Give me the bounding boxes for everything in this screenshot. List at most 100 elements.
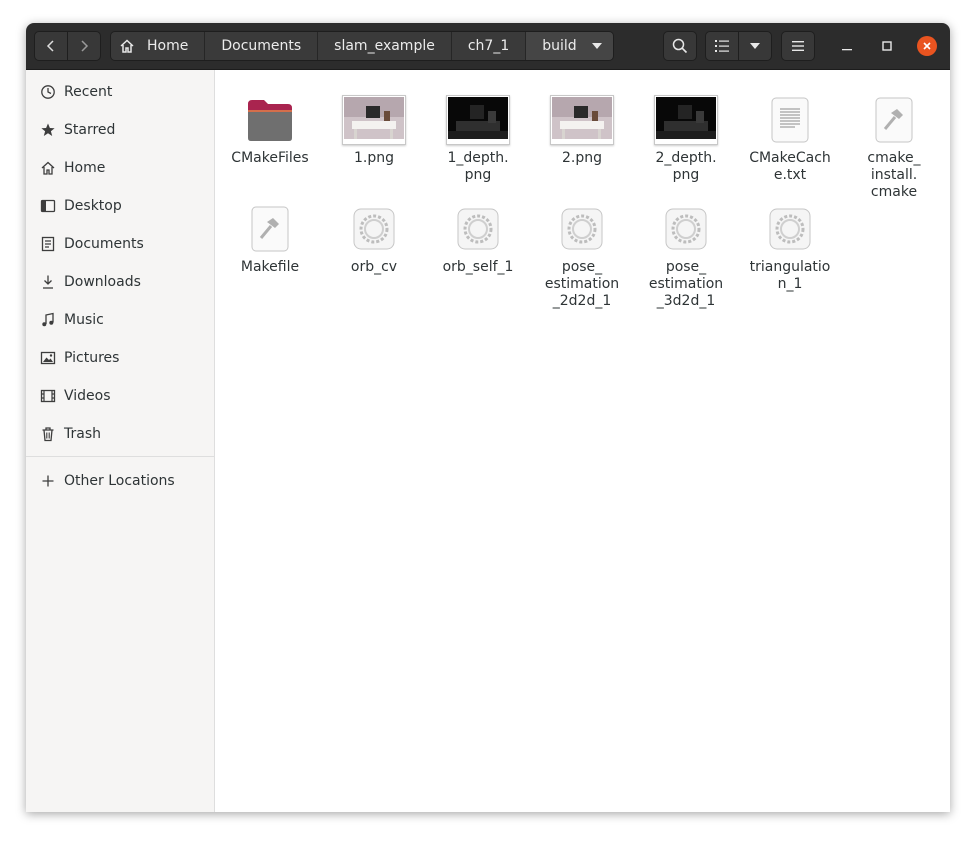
videos-icon bbox=[40, 388, 56, 404]
sidebar-item-label: Downloads bbox=[64, 274, 141, 290]
maximize-icon bbox=[882, 41, 892, 51]
file-label: 2_depth. png bbox=[655, 150, 717, 183]
sidebar-item-label: Documents bbox=[64, 236, 144, 252]
sidebar-item-downloads[interactable]: Downloads bbox=[26, 264, 214, 300]
file-item[interactable]: Makefile bbox=[220, 203, 320, 276]
text-file-icon bbox=[740, 94, 840, 146]
sidebar-item-other-locations[interactable]: Other Locations bbox=[26, 463, 214, 499]
breadcrumb-label: build bbox=[542, 38, 577, 54]
hammer-script-icon bbox=[220, 203, 320, 255]
breadcrumb-slam-example[interactable]: slam_example bbox=[318, 32, 452, 60]
file-item[interactable]: pose_ estimation _2d2d_1 bbox=[532, 203, 632, 310]
music-icon bbox=[40, 312, 56, 328]
file-item[interactable]: 2.png bbox=[532, 94, 632, 167]
home-icon bbox=[119, 38, 135, 54]
file-item[interactable]: triangulatio n_1 bbox=[740, 203, 840, 293]
sidebar-item-pictures[interactable]: Pictures bbox=[26, 340, 214, 376]
menu-button[interactable] bbox=[781, 31, 815, 61]
folder-icon bbox=[220, 94, 320, 146]
file-view: CMakeFiles 1.png 1_depth. png 2.png 2_dep… bbox=[215, 70, 950, 812]
home-icon bbox=[40, 160, 56, 176]
sidebar-item-label: Home bbox=[64, 160, 106, 176]
executable-gear-icon bbox=[428, 203, 528, 255]
trash-icon bbox=[40, 426, 56, 442]
documents-icon bbox=[40, 236, 56, 252]
view-options-button[interactable] bbox=[738, 31, 772, 61]
sidebar-item-recent[interactable]: Recent bbox=[26, 74, 214, 110]
file-label: triangulatio n_1 bbox=[749, 259, 831, 292]
sidebar-item-home[interactable]: Home bbox=[26, 150, 214, 186]
file-label: orb_self_1 bbox=[442, 259, 514, 275]
file-item[interactable]: orb_cv bbox=[324, 203, 424, 276]
breadcrumb-label: slam_example bbox=[334, 38, 435, 54]
search-button[interactable] bbox=[663, 31, 697, 61]
file-label: Makefile bbox=[240, 259, 300, 275]
breadcrumb: Home Documents slam_example ch7_1 build bbox=[110, 31, 614, 61]
search-icon bbox=[672, 38, 688, 54]
breadcrumb-ch7-1[interactable]: ch7_1 bbox=[451, 32, 527, 60]
desktop-icon bbox=[40, 198, 56, 214]
file-item[interactable]: pose_ estimation _3d2d_1 bbox=[636, 203, 736, 310]
file-manager-window: Home Documents slam_example ch7_1 build bbox=[26, 23, 950, 812]
sidebar-item-music[interactable]: Music bbox=[26, 302, 214, 338]
executable-gear-icon bbox=[324, 203, 424, 255]
hammer-script-icon bbox=[844, 94, 944, 146]
sidebar-item-label: Other Locations bbox=[64, 473, 175, 489]
sidebar-separator bbox=[26, 456, 214, 457]
sidebar-item-starred[interactable]: Starred bbox=[26, 112, 214, 148]
file-item[interactable]: CMakeCach e.txt bbox=[740, 94, 840, 184]
breadcrumb-label: Documents bbox=[221, 38, 302, 54]
breadcrumb-home[interactable]: Home bbox=[111, 32, 206, 60]
sidebar-item-label: Starred bbox=[64, 122, 116, 138]
pictures-icon bbox=[40, 350, 56, 366]
sidebar-item-videos[interactable]: Videos bbox=[26, 378, 214, 414]
maximize-button[interactable] bbox=[877, 36, 897, 56]
executable-gear-icon bbox=[532, 203, 632, 255]
clock-icon bbox=[40, 84, 56, 100]
sidebar-item-label: Trash bbox=[64, 426, 101, 442]
file-item[interactable]: CMakeFiles bbox=[220, 94, 320, 167]
back-button[interactable] bbox=[34, 31, 68, 61]
sidebar-item-label: Music bbox=[64, 312, 104, 328]
sidebar-item-label: Recent bbox=[64, 84, 113, 100]
minimize-button[interactable] bbox=[837, 36, 857, 56]
depth-image-thumbnail-icon bbox=[428, 94, 528, 146]
forward-button[interactable] bbox=[67, 31, 101, 61]
breadcrumb-label: Home bbox=[147, 38, 189, 54]
file-label: 1.png bbox=[353, 150, 394, 166]
sidebar-item-desktop[interactable]: Desktop bbox=[26, 188, 214, 224]
file-label: orb_cv bbox=[350, 259, 398, 275]
chevron-down-icon bbox=[750, 43, 760, 49]
header-bar: Home Documents slam_example ch7_1 build bbox=[26, 23, 950, 70]
file-item[interactable]: cmake_ install. cmake bbox=[844, 94, 944, 201]
view-list-button[interactable] bbox=[705, 31, 739, 61]
close-button[interactable] bbox=[917, 36, 937, 56]
image-thumbnail-icon bbox=[324, 94, 424, 146]
list-view-icon bbox=[715, 40, 729, 52]
file-item[interactable]: 1_depth. png bbox=[428, 94, 528, 184]
file-label: pose_ estimation _2d2d_1 bbox=[544, 259, 620, 309]
breadcrumb-documents[interactable]: Documents bbox=[205, 32, 319, 60]
sidebar-item-documents[interactable]: Documents bbox=[26, 226, 214, 262]
chevron-left-icon bbox=[46, 40, 54, 52]
file-item[interactable]: orb_self_1 bbox=[428, 203, 528, 276]
image-thumbnail-icon bbox=[532, 94, 632, 146]
file-item[interactable]: 1.png bbox=[324, 94, 424, 167]
file-label: CMakeCach e.txt bbox=[749, 150, 831, 183]
breadcrumb-label: ch7_1 bbox=[467, 38, 510, 54]
plus-icon bbox=[40, 473, 56, 489]
file-label: CMakeFiles bbox=[231, 150, 309, 166]
depth-image-thumbnail-icon bbox=[636, 94, 736, 146]
file-label: 2.png bbox=[561, 150, 602, 166]
sidebar-item-trash[interactable]: Trash bbox=[26, 416, 214, 452]
file-label: 1_depth. png bbox=[447, 150, 509, 183]
star-icon bbox=[40, 122, 56, 138]
file-item[interactable]: 2_depth. png bbox=[636, 94, 736, 184]
executable-gear-icon bbox=[636, 203, 736, 255]
minimize-icon bbox=[842, 49, 852, 51]
sidebar-item-label: Desktop bbox=[64, 198, 122, 214]
chevron-down-icon[interactable] bbox=[591, 42, 603, 50]
file-label: pose_ estimation _3d2d_1 bbox=[648, 259, 724, 309]
breadcrumb-build[interactable]: build bbox=[526, 32, 613, 60]
sidebar: Recent Starred Home Desktop Documents Do… bbox=[26, 70, 215, 812]
